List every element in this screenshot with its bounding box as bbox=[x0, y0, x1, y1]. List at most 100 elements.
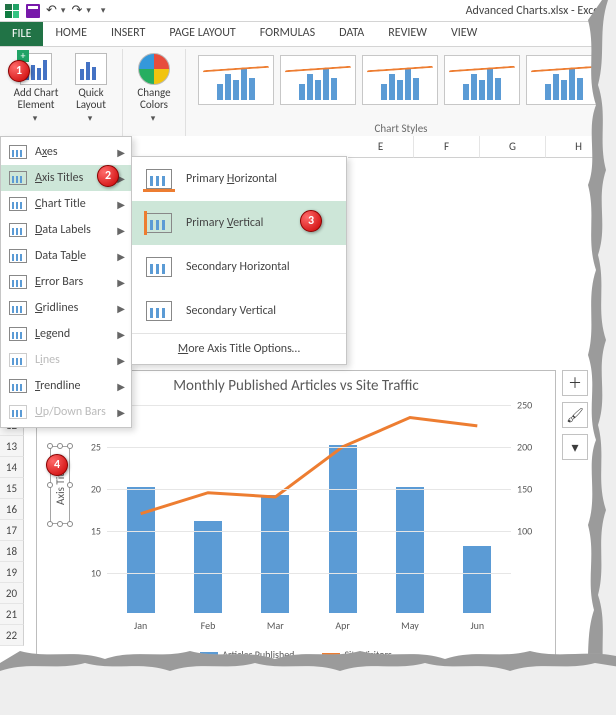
submenu-primary-horizontal[interactable]: Primary Horizontal bbox=[132, 157, 346, 201]
tab-view[interactable]: VIEW bbox=[439, 22, 489, 46]
chart-style-gallery[interactable] bbox=[192, 51, 610, 105]
menu-item-axes[interactable]: Axes▶ bbox=[1, 139, 131, 165]
quick-layout-label: Quick Layout bbox=[66, 87, 116, 111]
menu-item-up-down-bars: Up/Down Bars▶ bbox=[1, 399, 131, 425]
chevron-right-icon: ▶ bbox=[117, 146, 125, 159]
tab-page-layout[interactable]: PAGE LAYOUT bbox=[157, 22, 247, 46]
chart-legend[interactable]: Articles Published Site Visitors bbox=[37, 648, 555, 661]
chart-elements-button[interactable]: ＋ bbox=[562, 370, 588, 396]
callout-badge-1: 1 bbox=[8, 60, 30, 82]
row-header[interactable]: 16 bbox=[0, 499, 24, 520]
menu-item-lines: Lines▶ bbox=[1, 347, 131, 373]
y2-tick: 150 bbox=[511, 483, 532, 496]
axis-icon bbox=[146, 213, 172, 233]
x-tick: Apr bbox=[335, 613, 350, 632]
menu-item-gridlines[interactable]: Gridlines▶ bbox=[1, 295, 131, 321]
tab-data[interactable]: DATA bbox=[327, 22, 376, 46]
axis-icon bbox=[146, 169, 172, 189]
chart-mini-icon bbox=[9, 405, 27, 419]
excel-window: ↶ ▾ ↷ ▾ ▾ Advanced Charts.xlsx - Excel FIL… bbox=[0, 0, 616, 679]
undo-icon[interactable]: ↶ bbox=[46, 3, 57, 18]
style-thumb[interactable] bbox=[526, 55, 602, 105]
style-thumb[interactable] bbox=[362, 55, 438, 105]
chart-mini-icon bbox=[9, 223, 27, 237]
quick-layout-button[interactable]: Quick Layout ▾ bbox=[66, 51, 116, 124]
row-header[interactable]: 15 bbox=[0, 478, 24, 499]
chart-mini-icon bbox=[9, 145, 27, 159]
row-header[interactable]: 20 bbox=[0, 583, 24, 604]
chart-mini-icon bbox=[9, 301, 27, 315]
row-header[interactable]: 18 bbox=[0, 541, 24, 562]
chevron-right-icon: ▶ bbox=[117, 276, 125, 289]
menu-item-trendline[interactable]: Trendline▶ bbox=[1, 373, 131, 399]
chevron-right-icon: ▶ bbox=[117, 198, 125, 211]
ribbon: + Add Chart Element ▾ Quick Layout ▾ Cha… bbox=[0, 46, 616, 138]
callout-badge-4: 4 bbox=[46, 454, 68, 476]
redo-caret-icon[interactable]: ▾ bbox=[86, 5, 91, 16]
row-header[interactable]: 17 bbox=[0, 520, 24, 541]
row-header[interactable]: 13 bbox=[0, 436, 24, 457]
line-series[interactable] bbox=[107, 405, 511, 614]
legend-item[interactable]: Articles Published bbox=[200, 648, 294, 661]
add-chart-element-label: Add Chart Element bbox=[6, 87, 66, 111]
redo-icon[interactable]: ↷ bbox=[71, 3, 82, 18]
chevron-right-icon: ▶ bbox=[117, 380, 125, 393]
chevron-down-icon: ▾ bbox=[33, 113, 38, 124]
change-colors-label: Change Colors bbox=[129, 87, 179, 111]
window-title: Advanced Charts.xlsx - Excel bbox=[105, 4, 612, 18]
style-thumb[interactable] bbox=[280, 55, 356, 105]
legend-item[interactable]: Site Visitors bbox=[322, 648, 391, 661]
x-tick: Jun bbox=[470, 613, 484, 632]
col-header[interactable]: F bbox=[414, 136, 480, 158]
y-tick: 25 bbox=[91, 441, 107, 454]
ribbon-tabs: FILE HOME INSERT PAGE LAYOUT FORMULAS DA… bbox=[0, 22, 616, 46]
chart-mini-icon bbox=[9, 379, 27, 393]
row-header[interactable]: 22 bbox=[0, 625, 24, 646]
tab-home[interactable]: HOME bbox=[43, 22, 99, 46]
chart-mini-icon bbox=[9, 197, 27, 211]
change-colors-button[interactable]: Change Colors ▾ bbox=[129, 51, 179, 124]
menu-item-data-labels[interactable]: Data Labels▶ bbox=[1, 217, 131, 243]
ribbon-group-colors: Change Colors ▾ bbox=[123, 49, 186, 137]
submenu-more-options[interactable]: More Axis Title Options… bbox=[132, 334, 346, 364]
chevron-right-icon: ▶ bbox=[117, 250, 125, 263]
tab-insert[interactable]: INSERT bbox=[99, 22, 157, 46]
y2-tick: 200 bbox=[511, 441, 532, 454]
tab-formulas[interactable]: FORMULAS bbox=[248, 22, 327, 46]
axis-titles-submenu: Primary Horizontal Primary Vertical Seco… bbox=[131, 156, 347, 365]
row-header[interactable]: 19 bbox=[0, 562, 24, 583]
quick-access-toolbar: ↶▾ ↷▾ ▾ bbox=[4, 3, 105, 19]
plot-area[interactable]: 1015202530100150200250JanFebMarAprMayJun bbox=[107, 405, 511, 613]
col-header[interactable]: E bbox=[348, 136, 414, 158]
chevron-right-icon: ▶ bbox=[117, 406, 125, 419]
chart-filters-button[interactable]: ▾ bbox=[562, 434, 588, 460]
menu-item-data-table[interactable]: Data Table▶ bbox=[1, 243, 131, 269]
axis-icon bbox=[146, 301, 172, 321]
title-bar: ↶▾ ↷▾ ▾ Advanced Charts.xlsx - Excel bbox=[0, 0, 616, 22]
tab-review[interactable]: REVIEW bbox=[376, 22, 439, 46]
row-header[interactable]: 14 bbox=[0, 457, 24, 478]
quick-layout-icon bbox=[75, 53, 107, 85]
style-thumb[interactable] bbox=[198, 55, 274, 105]
menu-item-chart-title[interactable]: Chart Title▶ bbox=[1, 191, 131, 217]
chart-styles-button[interactable]: 🖌 bbox=[562, 402, 588, 428]
menu-item-legend[interactable]: Legend▶ bbox=[1, 321, 131, 347]
col-header[interactable]: G bbox=[480, 136, 546, 158]
chevron-down-icon: ▾ bbox=[88, 113, 93, 124]
save-icon[interactable] bbox=[26, 4, 40, 18]
chart-mini-icon bbox=[9, 171, 27, 185]
x-tick: Mar bbox=[267, 613, 284, 632]
menu-item-error-bars[interactable]: Error Bars▶ bbox=[1, 269, 131, 295]
chart-styles-label: Chart Styles bbox=[186, 122, 616, 135]
style-thumb[interactable] bbox=[444, 55, 520, 105]
x-tick: Feb bbox=[201, 613, 216, 632]
x-tick: Jan bbox=[134, 613, 147, 632]
col-header[interactable]: H bbox=[546, 136, 612, 158]
row-header[interactable]: 21 bbox=[0, 604, 24, 625]
y-tick: 15 bbox=[91, 525, 107, 538]
callout-badge-3: 3 bbox=[300, 210, 322, 232]
submenu-secondary-horizontal[interactable]: Secondary Horizontal bbox=[132, 245, 346, 289]
undo-caret-icon[interactable]: ▾ bbox=[61, 5, 66, 16]
submenu-secondary-vertical[interactable]: Secondary Vertical bbox=[132, 289, 346, 333]
tab-file[interactable]: FILE bbox=[0, 22, 43, 46]
